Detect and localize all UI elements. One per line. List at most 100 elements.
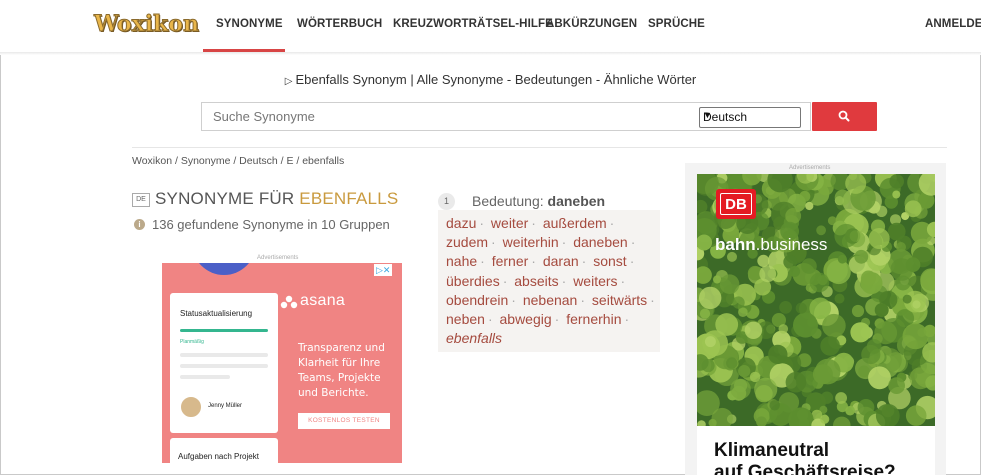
placeholder-line	[180, 364, 268, 368]
synonym-link[interactable]: sonst	[593, 253, 626, 269]
synonym-link[interactable]: daran	[543, 253, 579, 269]
separator-dot: ·	[491, 234, 496, 251]
db-headline-1: Klimaneutral	[714, 440, 830, 461]
info-icon: i	[134, 219, 145, 230]
synonym-link-current[interactable]: ebenfalls	[446, 330, 502, 346]
synonym-link[interactable]: nebenan	[523, 292, 578, 308]
divider	[132, 147, 947, 148]
breadcrumb[interactable]: Woxikon / Synonyme / Deutsch / E / ebenf…	[132, 155, 344, 167]
separator-dot: ·	[581, 253, 587, 270]
tasks-card-title: Aufgaben nach Projekt	[178, 452, 259, 461]
separator-dot: ·	[580, 291, 586, 308]
nav-sprueche[interactable]: SPRÜCHE	[648, 18, 705, 30]
separator-dot: ·	[554, 311, 560, 328]
synonym-link[interactable]: weiter	[491, 215, 528, 231]
tasks-card: Aufgaben nach Projekt	[170, 438, 278, 463]
chevron-down-icon: ▼	[703, 110, 712, 120]
synonym-link[interactable]: abseits	[514, 273, 558, 289]
ad-label: Advertisements	[257, 255, 299, 261]
status-card-title: Statusaktualisierung	[180, 309, 253, 318]
intro-line: ▷ Ebenfalls Synonym | Alle Synonyme - Bed…	[0, 72, 981, 87]
search-icon	[838, 110, 850, 122]
status-text: Planmäßig	[180, 339, 204, 345]
language-select[interactable]: Deutsch ▼	[699, 107, 801, 128]
placeholder-line	[180, 353, 268, 357]
separator-dot: ·	[629, 253, 635, 270]
separator-dot: ·	[502, 272, 508, 289]
search-field[interactable]	[201, 102, 691, 131]
synonym-link[interactable]: seitwärts	[592, 292, 647, 308]
separator-dot: ·	[531, 215, 536, 231]
db-logo-text: DB	[720, 193, 752, 215]
db-headline-2: auf Geschäftsreise?	[714, 462, 896, 475]
synonym-count: 136 gefundene Synonyme in 10 Gruppen	[152, 217, 390, 232]
nav-shadow	[0, 52, 981, 55]
language-badge: DE	[132, 193, 150, 207]
asana-logo-icon	[280, 295, 298, 309]
meaning-word: daneben	[547, 193, 606, 209]
ad-label: Advertisements	[789, 165, 831, 171]
separator-dot: ·	[630, 234, 636, 251]
synonym-link[interactable]: außerdem	[543, 215, 607, 231]
separator-dot: ·	[531, 253, 536, 270]
asana-ad-visual: Statusaktualisierung Planmäßig Jenny Mül…	[162, 263, 284, 463]
asana-copy: Transparenz und Klarheit für Ihre Teams,…	[298, 342, 385, 399]
search-input[interactable]	[211, 103, 675, 130]
person-name: Jenny Müller	[208, 403, 243, 409]
separator-dot: ·	[561, 272, 567, 289]
synonym-link[interactable]: daneben	[573, 234, 628, 250]
title-word: EBENFALLS	[299, 189, 399, 208]
db-brand-b: .business	[755, 235, 828, 254]
asana-brand: asana	[280, 292, 346, 310]
adchoices-icon[interactable]: ▷✕	[374, 264, 393, 276]
synonym-link[interactable]: weiterhin	[503, 234, 559, 250]
separator-dot: ·	[487, 311, 493, 328]
avatar	[180, 396, 202, 418]
meaning-title: Bedeutung: daneben	[472, 193, 605, 209]
site-logo[interactable]: Woxikon	[94, 11, 200, 38]
nav-kreuzwortraetsel[interactable]: KREUZWORTRÄTSEL-HILFE	[393, 18, 553, 30]
separator-dot: ·	[620, 272, 626, 289]
separator-dot: ·	[624, 311, 630, 328]
separator-dot: ·	[511, 291, 516, 308]
synonym-link[interactable]: neben	[446, 311, 485, 327]
asana-cta-button[interactable]: KOSTENLOS TESTEN	[298, 413, 390, 429]
placeholder-line	[180, 375, 230, 379]
search-button[interactable]	[812, 102, 877, 131]
triangle-icon: ▷	[284, 76, 293, 87]
asana-ad[interactable]: Statusaktualisierung Planmäßig Jenny Mül…	[162, 263, 402, 463]
db-ad[interactable]: DB bahn.business Klimaneutral auf Geschä…	[697, 174, 935, 475]
db-logo: DB	[716, 189, 756, 219]
meaning-label: Bedeutung:	[472, 193, 548, 209]
status-card: Statusaktualisierung Planmäßig Jenny Mül…	[170, 293, 278, 433]
nav-synonyme[interactable]: SYNONYME	[216, 18, 283, 30]
synonym-link[interactable]: dazu	[446, 215, 476, 231]
separator-dot: ·	[609, 215, 615, 231]
db-brand: bahn.business	[715, 235, 827, 255]
meaning-number: 1	[438, 193, 455, 210]
synonym-link[interactable]: abwegig	[500, 311, 552, 327]
synonym-list: dazu · weiter · außerdem · zudem · weiterhin…	[446, 214, 661, 348]
nav-woerterbuch[interactable]: WÖRTERBUCH	[297, 18, 382, 30]
separator-dot: ·	[561, 234, 567, 251]
synonym-link[interactable]: obendrein	[446, 292, 508, 308]
synonym-link[interactable]: ferner	[492, 253, 529, 269]
synonym-link[interactable]: fernerhin	[566, 311, 621, 327]
db-brand-a: bahn	[715, 235, 756, 254]
synonym-link[interactable]: weiters	[573, 273, 617, 289]
synonym-link[interactable]: überdies	[446, 273, 500, 289]
synonym-link[interactable]: nahe	[446, 253, 477, 269]
decorative-circle	[192, 263, 256, 275]
login-link[interactable]: ANMELDEN	[925, 18, 981, 30]
language-area: Deutsch ▼	[690, 102, 811, 131]
title-prefix: SYNONYME FÜR	[155, 189, 300, 208]
separator-dot: ·	[480, 253, 485, 270]
db-headline: Klimaneutral auf Geschäftsreise?	[714, 440, 896, 475]
nav-abkuerzungen[interactable]: ABKÜRZUNGEN	[546, 18, 637, 30]
page-title: SYNONYME FÜR EBENFALLS	[155, 189, 398, 209]
synonym-link[interactable]: zudem	[446, 234, 488, 250]
asana-brand-text: asana	[300, 292, 346, 309]
intro-text: Ebenfalls Synonym | Alle Synonyme - Bede…	[295, 72, 697, 87]
status-progress-bar	[180, 329, 268, 332]
top-navigation: Woxikon SYNONYME WÖRTERBUCH KREUZWORTRÄT…	[0, 0, 981, 53]
